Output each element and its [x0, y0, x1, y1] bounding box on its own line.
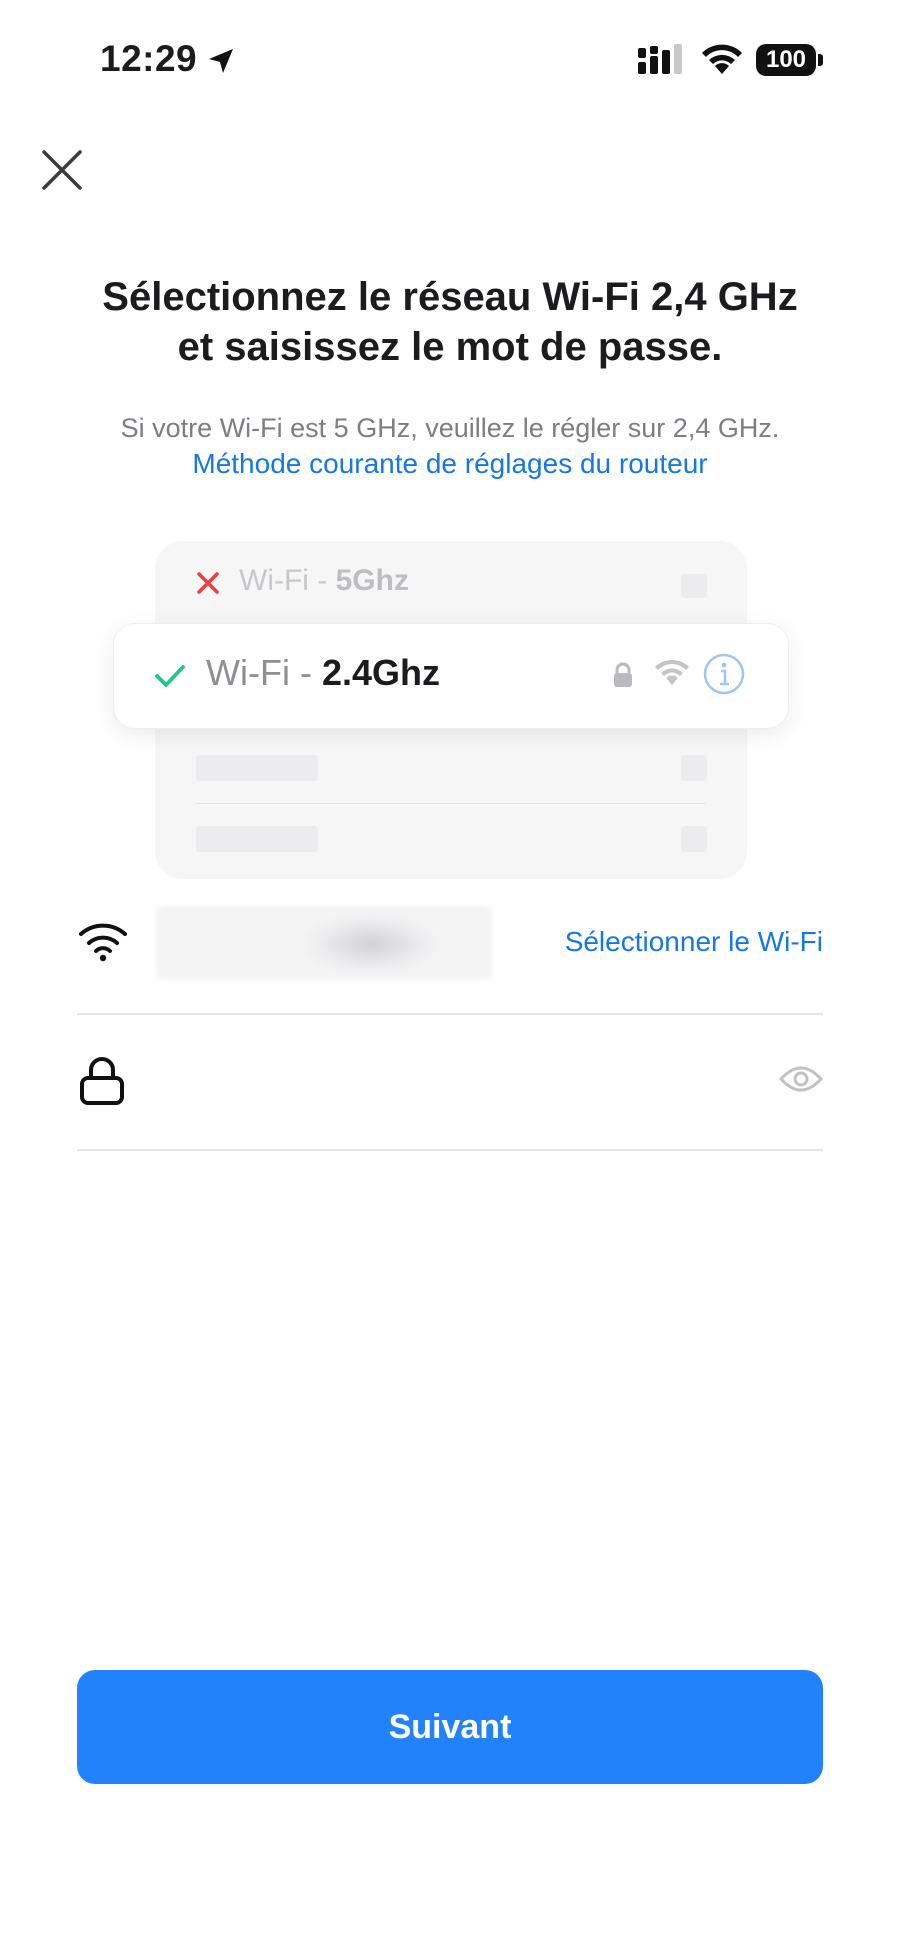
subtitle: Si votre Wi-Fi est 5 GHz, veuillez le ré… [120, 413, 780, 443]
bad-network-prefix: Wi-Fi - [239, 564, 336, 597]
info-icon [703, 653, 745, 695]
eye-icon[interactable] [779, 1064, 823, 1094]
password-field[interactable] [77, 1040, 823, 1150]
check-icon [155, 665, 185, 687]
good-network-prefix: Wi-Fi - [206, 652, 322, 693]
cellular-signal-icon [638, 44, 682, 74]
good-network-label: Wi-Fi - 2.4Ghz [206, 652, 440, 694]
placeholder-divider [196, 803, 706, 804]
wifi-network-field[interactable]: Sélectionner le Wi-Fi [77, 906, 823, 1016]
title-line-2: et saisissez le mot de passe. [177, 325, 723, 369]
battery-nub [818, 54, 823, 66]
cross-icon [197, 572, 219, 594]
good-network-row: Wi-Fi - 2.4Ghz [113, 623, 789, 729]
network-name-blurred [156, 906, 492, 980]
bad-network-label: Wi-Fi - 5Ghz [239, 564, 409, 598]
next-button[interactable]: Suivant [77, 1670, 823, 1784]
placeholder-bar [196, 755, 318, 781]
close-icon[interactable] [38, 146, 86, 194]
status-time: 12:29 [100, 38, 198, 79]
bad-network-band: 5Ghz [335, 564, 409, 597]
lock-icon [80, 1057, 124, 1105]
placeholder-bar [196, 826, 318, 852]
router-settings-link[interactable]: Méthode courante de réglages du routeur [40, 446, 860, 482]
select-wifi-button[interactable]: Sélectionner le Wi-Fi [565, 926, 823, 958]
page-title: Sélectionnez le réseau Wi-Fi 2,4 GHz et … [60, 272, 840, 372]
wifi-icon [79, 923, 127, 962]
placeholder-square [681, 826, 707, 852]
status-bar: 12:29 100 [0, 0, 900, 120]
bad-network-row: Wi-Fi - 5Ghz [155, 560, 747, 604]
placeholder-square [681, 755, 707, 781]
good-network-band: 2.4Ghz [321, 652, 440, 693]
location-arrow-icon [209, 49, 233, 73]
wifi-field-divider [77, 1013, 823, 1015]
wifi-icon [702, 44, 742, 74]
placeholder-square [681, 574, 707, 598]
lock-icon [614, 662, 632, 687]
password-input[interactable] [157, 1056, 721, 1108]
wifi-icon [655, 659, 689, 685]
password-field-divider [77, 1149, 823, 1151]
battery-icon: 100 [756, 44, 816, 76]
title-line-1: Sélectionnez le réseau Wi-Fi 2,4 GHz [102, 275, 798, 319]
